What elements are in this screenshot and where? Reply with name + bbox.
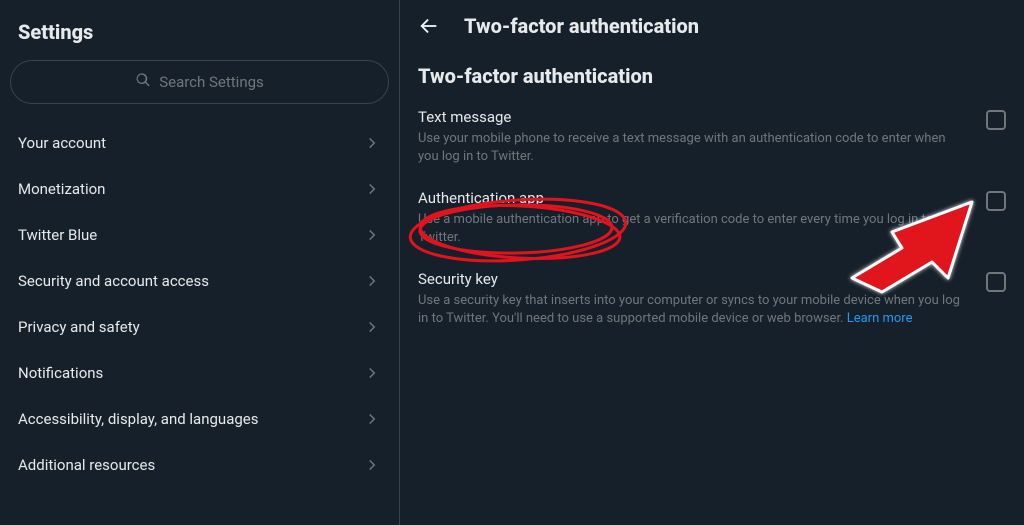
chevron-right-icon (363, 272, 381, 290)
detail-header: Two-factor authentication (400, 0, 1024, 50)
back-arrow-icon[interactable] (418, 15, 440, 37)
chevron-right-icon (363, 410, 381, 428)
search-icon (135, 72, 151, 92)
sidebar-item-label: Privacy and safety (18, 318, 140, 336)
search-wrapper: Search Settings (0, 60, 399, 120)
sidebar-item-notifications[interactable]: Notifications (0, 350, 399, 396)
option-desc: Use your mobile phone to receive a text … (418, 130, 968, 165)
sidebar-item-label: Additional resources (18, 456, 155, 474)
option-text-message: Text message Use your mobile phone to re… (400, 94, 1024, 175)
option-text-content: Text message Use your mobile phone to re… (418, 108, 968, 165)
learn-more-link[interactable]: Learn more (847, 311, 913, 326)
option-authentication-app: Authentication app Use a mobile authenti… (400, 175, 1024, 256)
sidebar-item-security-access[interactable]: Security and account access (0, 258, 399, 304)
settings-sidebar: Settings Search Settings Your account Mo… (0, 0, 400, 525)
search-placeholder: Search Settings (159, 73, 264, 91)
sidebar-item-additional-resources[interactable]: Additional resources (0, 442, 399, 488)
option-title: Text message (418, 108, 968, 126)
sidebar-item-label: Notifications (18, 364, 103, 382)
main-panel: Two-factor authentication Two-factor aut… (400, 0, 1024, 525)
option-text-content: Authentication app Use a mobile authenti… (418, 189, 968, 246)
authentication-app-checkbox[interactable] (986, 191, 1006, 211)
sidebar-item-label: Accessibility, display, and languages (18, 410, 258, 428)
security-key-checkbox[interactable] (986, 272, 1006, 292)
chevron-right-icon (363, 456, 381, 474)
option-security-key: Security key Use a security key that ins… (400, 256, 1024, 337)
chevron-right-icon (363, 364, 381, 382)
sidebar-item-privacy-safety[interactable]: Privacy and safety (0, 304, 399, 350)
chevron-right-icon (363, 134, 381, 152)
sidebar-item-label: Security and account access (18, 272, 209, 290)
section-title: Two-factor authentication (400, 50, 1024, 94)
detail-header-title: Two-factor authentication (464, 14, 699, 38)
text-message-checkbox[interactable] (986, 110, 1006, 130)
chevron-right-icon (363, 318, 381, 336)
option-title: Security key (418, 270, 968, 288)
sidebar-item-accessibility[interactable]: Accessibility, display, and languages (0, 396, 399, 442)
sidebar-item-label: Your account (18, 134, 106, 152)
chevron-right-icon (363, 180, 381, 198)
sidebar-item-label: Monetization (18, 180, 105, 198)
option-text-content: Security key Use a security key that ins… (418, 270, 968, 327)
option-title: Authentication app (418, 189, 968, 207)
page-title: Settings (0, 12, 399, 60)
sidebar-item-twitter-blue[interactable]: Twitter Blue (0, 212, 399, 258)
chevron-right-icon (363, 226, 381, 244)
sidebar-item-label: Twitter Blue (18, 226, 97, 244)
option-desc: Use a mobile authentication app to get a… (418, 211, 968, 246)
option-desc: Use a security key that inserts into you… (418, 292, 968, 327)
sidebar-item-your-account[interactable]: Your account (0, 120, 399, 166)
sidebar-item-monetization[interactable]: Monetization (0, 166, 399, 212)
search-input[interactable]: Search Settings (10, 60, 389, 104)
